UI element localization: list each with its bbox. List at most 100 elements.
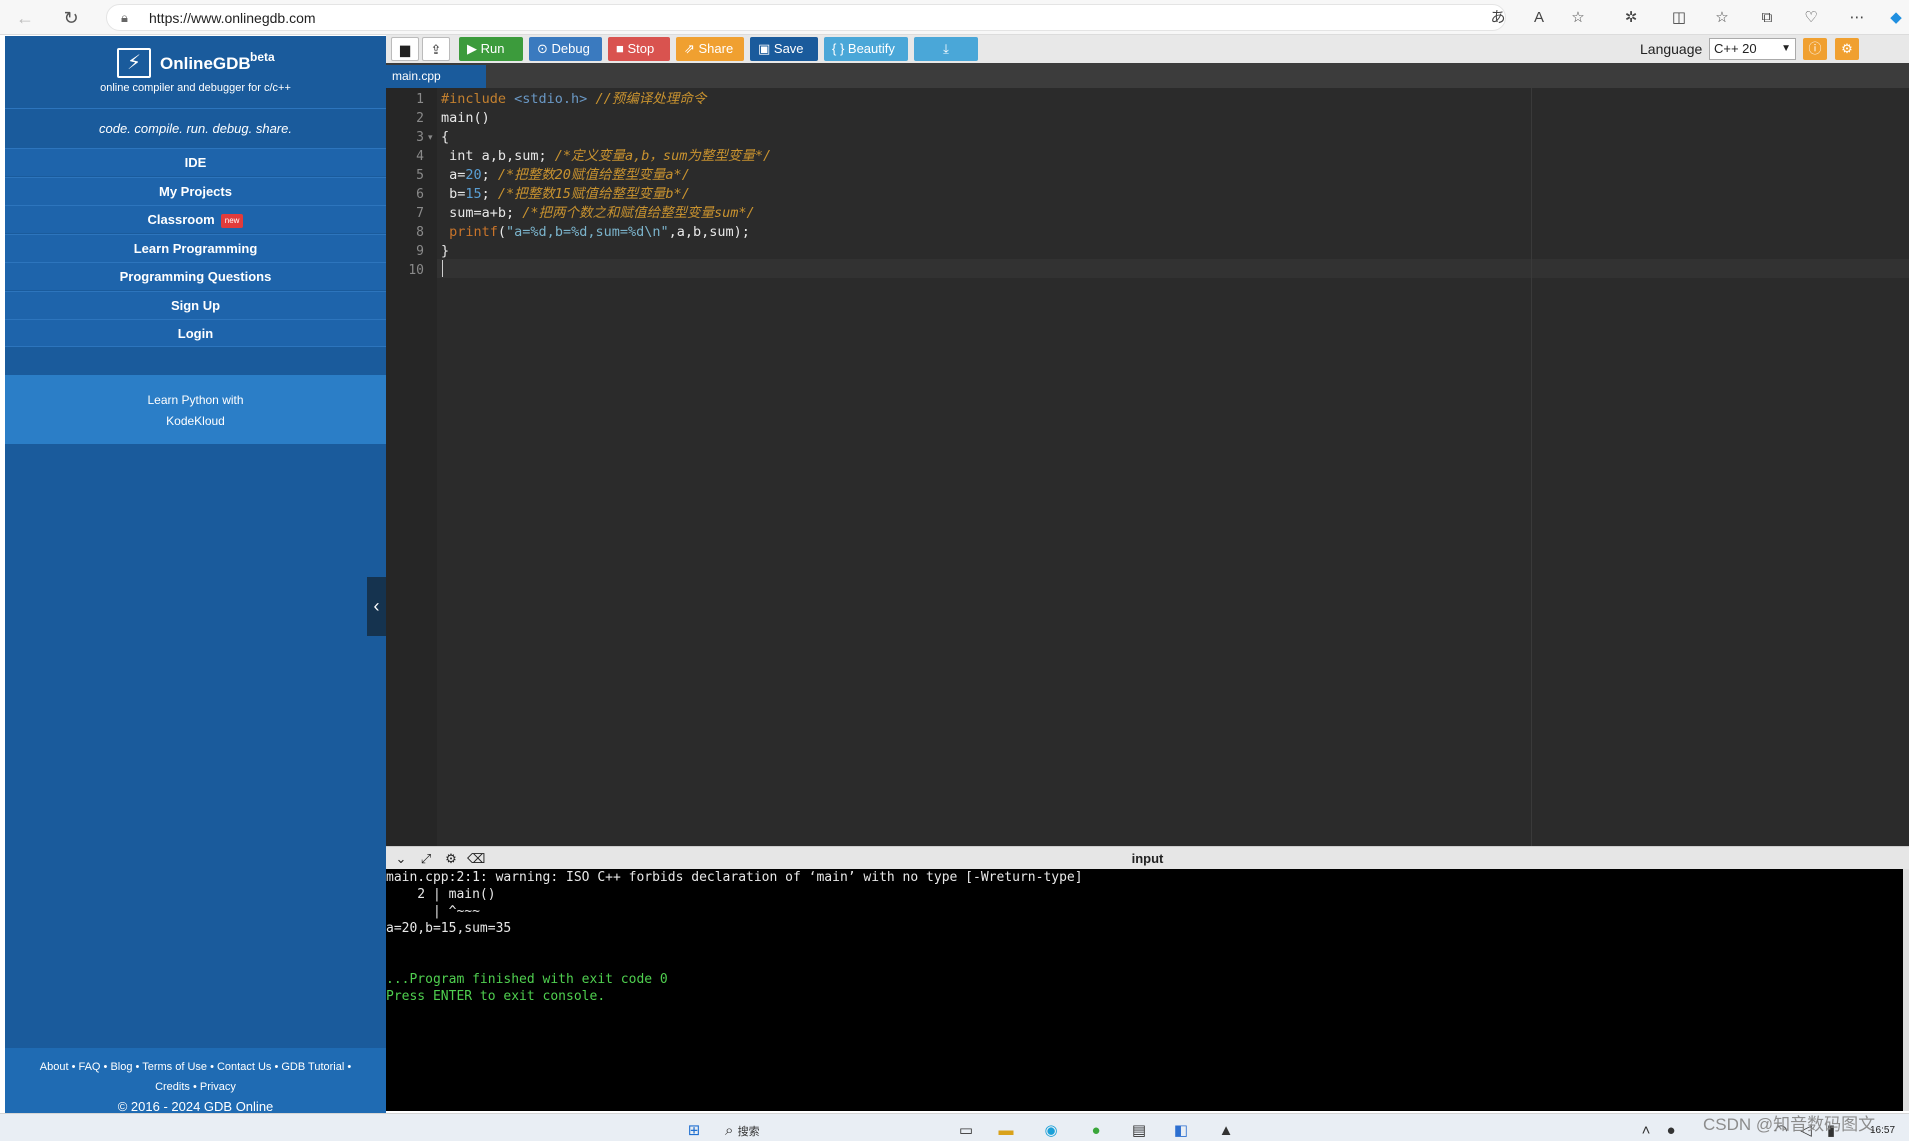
app-icon[interactable]: ●	[1085, 1120, 1107, 1142]
code-line[interactable]: sum=a+b; /*把两个数之和赋值给整型变量sum*/	[441, 204, 755, 223]
ide-toolbar: ▆ ⇪ ▶ Run ⊙ Debug ■ Stop ⇗ Share ▣ Save …	[386, 35, 1909, 63]
more-menu-icon[interactable]: ⋯	[1846, 7, 1868, 29]
collections-icon[interactable]: ⧉	[1756, 7, 1778, 29]
tray-chevron-icon[interactable]: ˄	[1635, 1120, 1657, 1142]
refresh-icon[interactable]: ↻	[58, 5, 84, 31]
sidebar-item-learn-programming[interactable]: Learn Programming	[5, 234, 386, 262]
code-line[interactable]: main()	[441, 109, 490, 128]
code-line[interactable]: a=20; /*把整数20赋值给整型变量a*/	[441, 166, 690, 185]
stop-label: Stop	[627, 41, 655, 56]
tray-icon[interactable]: ●	[1660, 1120, 1682, 1142]
task-view-icon[interactable]: ▭	[955, 1120, 977, 1142]
code-line[interactable]: b=15; /*把整数15赋值给整型变量b*/	[441, 185, 690, 204]
logo-area[interactable]: ⚡︎ OnlineGDB beta online compiler and de…	[5, 36, 386, 106]
new-file-icon[interactable]: ▆	[391, 37, 419, 61]
sidebar-item-classroom[interactable]: Classroom new	[5, 205, 386, 233]
debug-label: Debug	[551, 41, 590, 56]
chevron-down-icon: ▼	[1781, 43, 1791, 54]
menu-label: My Projects	[159, 184, 232, 199]
browser-essentials-icon[interactable]: ♡	[1800, 7, 1822, 29]
code-token: int a,b,sum;	[441, 148, 555, 164]
code-token: a=	[441, 167, 466, 183]
line-number: 2	[416, 111, 424, 126]
address-bar[interactable]: 🔒︎ https://www.onlinegdb.com	[106, 4, 1506, 31]
fold-toggle-icon[interactable]: ▾	[428, 128, 433, 147]
code-token: printf	[441, 224, 498, 240]
lock-icon: 🔒︎	[121, 10, 128, 25]
stop-button[interactable]: ■ Stop	[608, 37, 670, 61]
code-line[interactable]: {	[441, 128, 449, 147]
sidebar-item-my-projects[interactable]: My Projects	[5, 177, 386, 205]
run-label: Run	[480, 41, 505, 56]
console-line: main.cpp:2:1: warning: ISO C++ forbids d…	[386, 870, 1083, 885]
download-button[interactable]: ⤓	[914, 37, 978, 61]
favorite-star-icon[interactable]: ☆	[1567, 7, 1589, 29]
extensions-icon[interactable]: ✲	[1620, 7, 1642, 29]
promo-banner[interactable]: Learn Python with KodeKloud	[5, 375, 386, 444]
code-token: ;	[481, 186, 498, 202]
code-line[interactable]: int a,b,sum; /*定义变量a,b，sum为整型变量*/	[441, 147, 771, 166]
console-input-label: input	[1131, 851, 1164, 866]
app-icon[interactable]: ◧	[1170, 1120, 1192, 1142]
file-explorer-icon[interactable]: ▬	[995, 1120, 1017, 1142]
clock: 16:57	[1870, 1125, 1896, 1136]
console-scrollbar[interactable]	[1903, 869, 1909, 1111]
sidebar: ⚡︎ OnlineGDB beta online compiler and de…	[5, 36, 386, 1114]
share-button[interactable]: ⇗ Share	[676, 37, 744, 61]
back-arrow-icon[interactable]: ←	[12, 5, 38, 31]
taskbar-search[interactable]: ⌕ 搜索	[725, 1120, 925, 1142]
favorites-icon[interactable]: ☆	[1711, 7, 1733, 29]
code-token: ;	[481, 167, 498, 183]
upload-icon[interactable]: ⇪	[422, 37, 450, 61]
translate-icon[interactable]: あ	[1487, 7, 1509, 29]
code-token: 20	[465, 167, 482, 183]
copilot-icon[interactable]: ◆	[1885, 7, 1907, 29]
code-token: /*把整数20赋值给整型变量a*/	[497, 167, 690, 183]
app-icon[interactable]: ▲	[1215, 1120, 1237, 1142]
stop-icon: ■	[616, 41, 628, 56]
console-line: Press ENTER to exit console.	[386, 989, 606, 1004]
sidebar-item-sign-up[interactable]: Sign Up	[5, 291, 386, 319]
run-button[interactable]: ▶ Run	[459, 37, 523, 61]
line-gutter: 1 2 3 4 5 6 7 8 9 10 ▾	[386, 88, 437, 846]
code-editor[interactable]: 1 2 3 4 5 6 7 8 9 10 ▾ #include <stdio.h> //预编译处理命…	[386, 88, 1909, 846]
footer-links-row-2[interactable]: Credits • Privacy	[5, 1077, 386, 1097]
sidebar-item-ide[interactable]: IDE	[5, 148, 386, 176]
menu-label: IDE	[184, 155, 207, 170]
tab-main-cpp[interactable]: main.cpp	[386, 65, 486, 88]
collapse-sidebar-chevron-icon[interactable]: ‹	[367, 577, 386, 636]
split-screen-icon[interactable]: ◫	[1668, 7, 1690, 29]
edge-browser-icon[interactable]: ◉	[1040, 1120, 1062, 1142]
active-line-highlight	[437, 259, 1909, 278]
language-select[interactable]: C++ 20 ▼	[1709, 38, 1796, 60]
footer-links-row-1[interactable]: About • FAQ • Blog • Terms of Use • Cont…	[5, 1057, 386, 1077]
sidebar-item-login[interactable]: Login	[5, 319, 386, 347]
save-label: Save	[773, 41, 804, 56]
code-token: main()	[441, 110, 490, 126]
info-icon[interactable]: ⓘ	[1803, 38, 1827, 60]
save-button[interactable]: ▣ Save	[750, 37, 818, 61]
debug-icon: ⊙	[537, 41, 552, 56]
video-app-icon[interactable]: ▤	[1128, 1120, 1150, 1142]
console-line: 2 | main()	[386, 887, 496, 902]
menu-label: Learn Programming	[133, 241, 258, 256]
download-icon: ⤓	[943, 41, 949, 56]
debug-button[interactable]: ⊙ Debug	[529, 37, 602, 61]
code-line[interactable]: }	[441, 242, 449, 261]
settings-gear-icon[interactable]: ⚙	[1835, 38, 1859, 60]
console-output[interactable]: main.cpp:2:1: warning: ISO C++ forbids d…	[386, 869, 1906, 1111]
code-line[interactable]: printf("a=%d,b=%d,sum=%d\n",a,b,sum);	[441, 223, 750, 242]
code-token: //预编译处理命令	[587, 91, 707, 107]
read-aloud-icon[interactable]: A	[1528, 7, 1550, 29]
code-token: ,a,b,sum);	[668, 224, 750, 240]
code-token: /*定义变量a,b，sum为整型变量*/	[554, 148, 772, 164]
code-line[interactable]: #include <stdio.h> //预编译处理命令	[441, 90, 706, 109]
windows-start-icon[interactable]: ⊞	[683, 1120, 705, 1142]
search-placeholder: 搜索	[737, 1126, 760, 1138]
beautify-button[interactable]: { } Beautify	[824, 37, 908, 61]
promo-line-2: KodeKloud	[166, 414, 225, 428]
line-number: 7	[416, 206, 424, 221]
line-number: 6	[416, 187, 424, 202]
sidebar-item-programming-questions[interactable]: Programming Questions	[5, 262, 386, 290]
url-text[interactable]: https://www.onlinegdb.com	[149, 10, 316, 26]
